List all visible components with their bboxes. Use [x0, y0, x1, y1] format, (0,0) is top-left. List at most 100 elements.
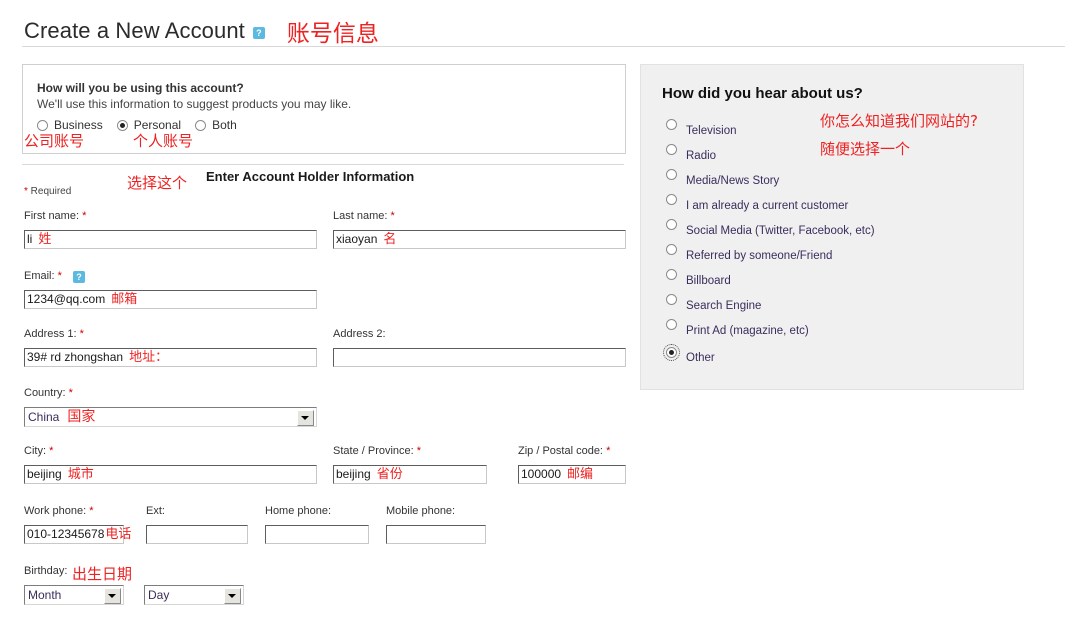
- hear-option-label: Billboard: [686, 275, 731, 287]
- annotation-personal: 个人账号: [133, 132, 194, 150]
- radio-media-news-icon[interactable]: [666, 169, 677, 180]
- usage-question-label: How will you be using this account?: [37, 81, 244, 95]
- address1-required-star: *: [79, 328, 84, 340]
- hear-option-media-news-story[interactable]: Media/News Story: [666, 169, 1006, 194]
- hear-option-label: Television: [686, 125, 737, 137]
- mobile-phone-label: Mobile phone:: [386, 505, 455, 517]
- country-required-star: *: [68, 387, 73, 399]
- radio-referred-icon[interactable]: [666, 244, 677, 255]
- account-usage-box: How will you be using this account? We'l…: [22, 64, 626, 154]
- last-name-input[interactable]: xiaoyan 名: [333, 230, 626, 249]
- ext-label-text: Ext:: [146, 505, 165, 517]
- city-label-text: City:: [24, 445, 46, 457]
- hear-option-other[interactable]: Other: [663, 344, 1006, 369]
- birthday-label: Birthday:: [24, 565, 67, 577]
- annotation-address1: 地址：: [129, 350, 169, 365]
- radio-personal-icon[interactable]: [116, 119, 128, 131]
- address1-label-text: Address 1:: [24, 328, 77, 340]
- email-required-star: *: [57, 270, 62, 282]
- city-label: City: *: [24, 445, 53, 457]
- page-header: Create a New Account ? 账号信息: [24, 14, 379, 48]
- city-input[interactable]: beijing 城市: [24, 465, 317, 484]
- last-name-label-text: Last name:: [333, 210, 388, 222]
- address2-label: Address 2:: [333, 328, 386, 340]
- home-phone-label-text: Home phone:: [265, 505, 332, 517]
- annotation-hear-pick-any: 随便选择一个: [820, 140, 911, 158]
- radio-business-icon[interactable]: [37, 119, 48, 131]
- hear-option-referred[interactable]: Referred by someone/Friend: [666, 244, 1006, 269]
- annotation-zip: 邮编: [567, 467, 594, 482]
- zip-input[interactable]: 100000 邮编: [518, 465, 626, 484]
- country-label: Country: *: [24, 387, 73, 399]
- annotation-city: 城市: [67, 467, 94, 482]
- hear-option-label: Social Media (Twitter, Facebook, etc): [686, 225, 875, 237]
- birthday-label-text: Birthday:: [24, 565, 68, 577]
- chevron-down-icon[interactable]: [297, 410, 314, 426]
- birthday-day-select[interactable]: Day: [144, 585, 244, 605]
- state-value: beijing: [336, 467, 371, 481]
- required-note: * Required: [24, 186, 71, 197]
- work-phone-input[interactable]: 010-12345678电话: [24, 525, 131, 544]
- help-question-icon[interactable]: ?: [252, 27, 265, 39]
- address1-value: 39# rd zhongshan: [27, 350, 124, 364]
- mobile-phone-input[interactable]: [386, 525, 486, 544]
- hear-option-label: Media/News Story: [686, 175, 780, 187]
- work-phone-label: Work phone: *: [24, 505, 94, 517]
- annotation-work-phone: 电话: [105, 527, 132, 542]
- annotation-country: 国家: [67, 409, 96, 425]
- section-divider: [22, 164, 624, 165]
- hear-option-search-engine[interactable]: Search Engine: [666, 294, 1006, 319]
- radio-both-label: Both: [212, 118, 237, 132]
- radio-television-icon[interactable]: [666, 119, 677, 130]
- hear-option-label: Referred by someone/Friend: [686, 250, 833, 262]
- annotation-birthday: 出生日期: [72, 565, 133, 583]
- radio-option-both[interactable]: Both: [195, 118, 237, 132]
- radio-both-icon[interactable]: [195, 119, 207, 131]
- address2-input[interactable]: [333, 348, 626, 367]
- first-name-value: li: [27, 232, 33, 246]
- zip-label: Zip / Postal code: *: [518, 445, 610, 457]
- state-label: State / Province: *: [333, 445, 421, 457]
- birthday-month-select[interactable]: Month: [24, 585, 124, 605]
- address1-input[interactable]: 39# rd zhongshan 地址：: [24, 348, 317, 367]
- home-phone-label: Home phone:: [265, 505, 331, 517]
- title-annotation: 账号信息: [286, 21, 379, 47]
- radio-social-media-icon[interactable]: [666, 219, 677, 230]
- hear-option-label: I am already a current customer: [686, 200, 849, 212]
- city-value: beijing: [27, 467, 62, 481]
- radio-billboard-icon[interactable]: [666, 269, 677, 280]
- radio-search-engine-icon[interactable]: [666, 294, 677, 305]
- hear-option-current-customer[interactable]: I am already a current customer: [666, 194, 1006, 219]
- header-divider: [22, 46, 1065, 47]
- radio-radio-icon[interactable]: [666, 144, 677, 155]
- first-name-input[interactable]: li 姓: [24, 230, 317, 249]
- hear-option-social-media[interactable]: Social Media (Twitter, Facebook, etc): [666, 219, 1006, 244]
- annotation-email: 邮箱: [111, 292, 138, 307]
- mobile-phone-label-text: Mobile phone:: [386, 505, 456, 517]
- work-phone-value: 010-12345678: [27, 527, 105, 541]
- usage-subtext: We'll use this information to suggest pr…: [37, 97, 352, 111]
- hear-option-print-ad[interactable]: Print Ad (magazine, etc): [666, 319, 1006, 344]
- country-select[interactable]: China 国家: [24, 407, 317, 427]
- hear-option-billboard[interactable]: Billboard: [666, 269, 1006, 294]
- country-value: China: [28, 410, 60, 424]
- ext-input[interactable]: [146, 525, 248, 544]
- work-phone-required-star: *: [89, 505, 94, 517]
- email-value: 1234@qq.com: [27, 292, 106, 306]
- hear-about-us-title: How did you hear about us?: [662, 85, 863, 102]
- email-help-question-icon[interactable]: ?: [72, 271, 85, 284]
- hear-option-label: Radio: [686, 150, 717, 162]
- annotation-last-name: 名: [383, 232, 397, 247]
- home-phone-input[interactable]: [265, 525, 369, 544]
- state-label-text: State / Province:: [333, 445, 414, 457]
- radio-current-customer-icon[interactable]: [666, 194, 677, 205]
- state-input[interactable]: beijing 省份: [333, 465, 487, 484]
- last-name-value: xiaoyan: [336, 232, 378, 246]
- hear-option-label: Print Ad (magazine, etc): [686, 325, 809, 337]
- radio-other-icon[interactable]: [663, 344, 680, 361]
- chevron-down-icon[interactable]: [104, 588, 121, 604]
- chevron-down-icon[interactable]: [224, 588, 241, 604]
- radio-print-ad-icon[interactable]: [666, 319, 677, 330]
- last-name-required-star: *: [390, 210, 395, 222]
- email-input[interactable]: 1234@qq.com 邮箱: [24, 290, 317, 309]
